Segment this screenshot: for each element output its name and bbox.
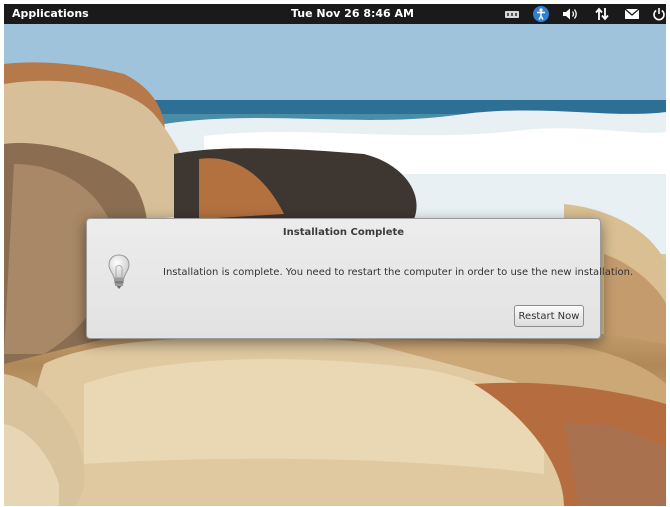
mail-icon[interactable]	[621, 5, 643, 23]
lightbulb-icon	[107, 253, 131, 297]
desktop: Applications Tue Nov 26 8:46 AM Installa…	[4, 4, 666, 506]
installation-complete-dialog: Installation Complete Installation is co…	[86, 218, 633, 339]
network-wired-icon[interactable]	[501, 5, 523, 23]
power-icon[interactable]	[648, 5, 666, 23]
applications-menu[interactable]: Applications	[12, 7, 89, 20]
dialog-message: Installation is complete. You need to re…	[163, 267, 634, 278]
dialog-title: Installation Complete	[282, 227, 405, 238]
volume-icon[interactable]	[560, 5, 582, 23]
clock[interactable]: Tue Nov 26 8:46 AM	[291, 7, 414, 20]
network-transfer-icon[interactable]	[591, 5, 613, 23]
accessibility-icon[interactable]	[530, 5, 552, 23]
restart-now-button[interactable]: Restart Now	[514, 305, 584, 327]
top-panel: Applications Tue Nov 26 8:46 AM	[4, 4, 666, 24]
